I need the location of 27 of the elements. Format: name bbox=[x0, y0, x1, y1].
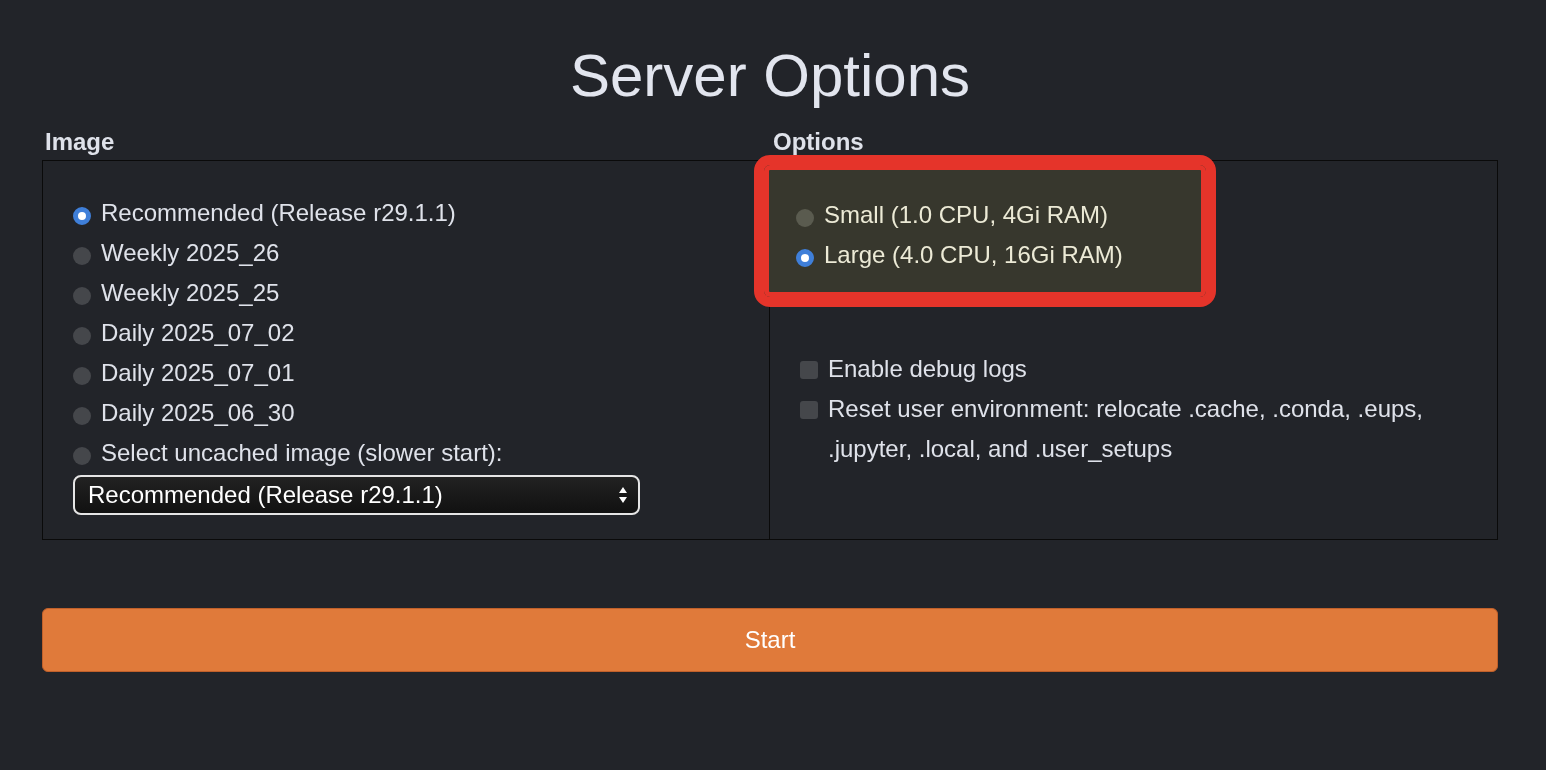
radio-button[interactable] bbox=[73, 207, 91, 225]
option-label: Select uncached image (slower start): bbox=[101, 439, 503, 467]
checkbox[interactable] bbox=[800, 401, 818, 419]
option-label: Daily 2025_06_30 bbox=[101, 399, 295, 427]
image-dropdown[interactable]: Recommended (Release r29.1.1) bbox=[73, 475, 640, 515]
checkbox-label: Reset user environment: relocate .cache, .conda, .eups, .jupyter, .local, and .user_setups bbox=[828, 394, 1424, 464]
option-label: Recommended (Release r29.1.1) bbox=[101, 199, 456, 227]
section-heading: Image bbox=[44, 128, 116, 157]
radio-button[interactable] bbox=[73, 407, 91, 425]
radio-button[interactable] bbox=[796, 209, 814, 227]
checkbox-label: Enable debug logs bbox=[828, 354, 1028, 384]
option-label: Weekly 2025_26 bbox=[101, 239, 280, 267]
radio-button[interactable] bbox=[73, 247, 91, 265]
page-title: Server Options bbox=[568, 41, 972, 111]
radio-button[interactable] bbox=[73, 287, 91, 305]
option-label: Large (4.0 CPU, 16Gi RAM) bbox=[824, 241, 1123, 269]
radio-button[interactable] bbox=[796, 249, 814, 267]
radio-button[interactable] bbox=[73, 367, 91, 385]
section-heading: Options bbox=[772, 128, 865, 157]
option-label: Daily 2025_07_01 bbox=[101, 359, 295, 387]
option-label: Weekly 2025_25 bbox=[101, 279, 280, 307]
option-label: Daily 2025_07_02 bbox=[101, 319, 295, 347]
radio-button[interactable] bbox=[73, 447, 91, 465]
option-label: Small (1.0 CPU, 4Gi RAM) bbox=[824, 201, 1109, 229]
checkbox[interactable] bbox=[800, 361, 818, 379]
updown-arrows-icon bbox=[618, 486, 628, 504]
radio-button[interactable] bbox=[73, 327, 91, 345]
